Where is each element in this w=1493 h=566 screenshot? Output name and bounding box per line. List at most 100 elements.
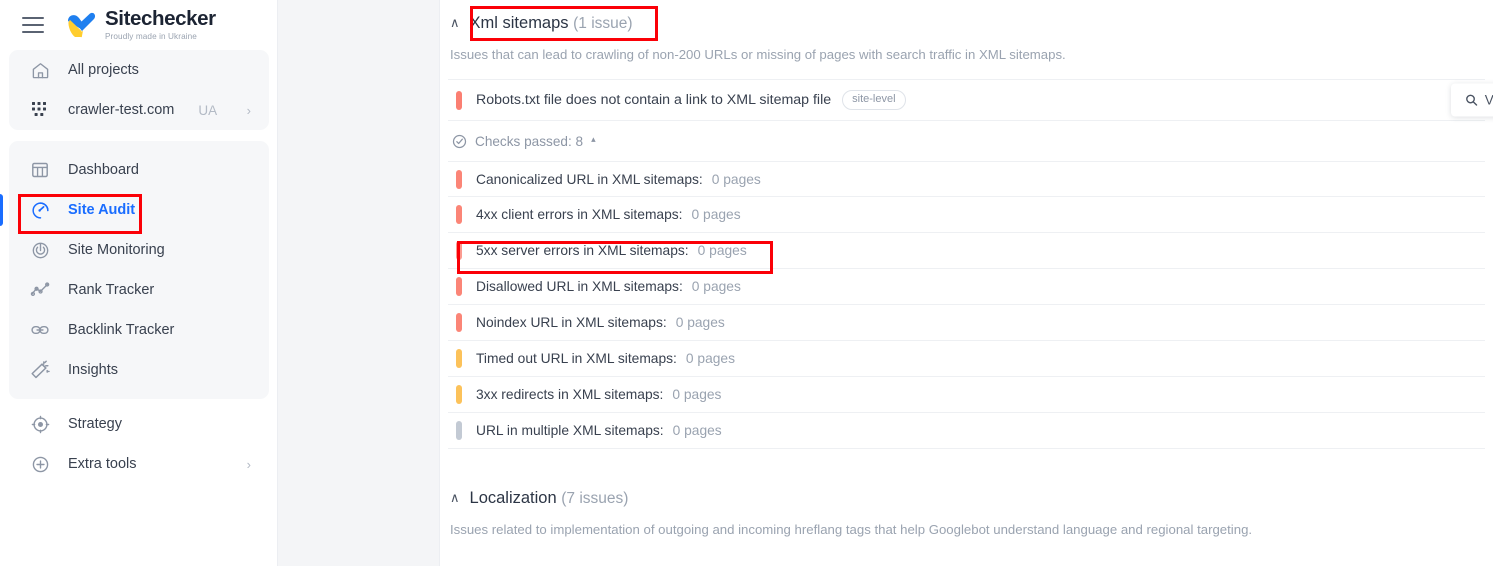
brand-tagline: Proudly made in Ukraine bbox=[105, 31, 197, 41]
sidebar-item-label: Extra tools bbox=[68, 456, 137, 472]
caret-up-icon[interactable]: ▴ bbox=[591, 134, 596, 145]
check-value: 0 pages bbox=[691, 279, 741, 294]
sidebar-item-crawler-test-com[interactable]: crawler-test.com UA › bbox=[9, 90, 269, 130]
check-name: 5xx server errors in XML sitemaps: bbox=[476, 243, 689, 258]
sidebar: Sitechecker Proudly made in Ukraine All … bbox=[0, 0, 278, 566]
sidebar-item-label: Insights bbox=[68, 362, 118, 378]
table-row[interactable]: Disallowed URL in XML sitemaps: 0 pages bbox=[448, 269, 1485, 305]
main-content: ∧ Xml sitemaps (1 issue) Issues that can… bbox=[440, 0, 1493, 566]
dashboard-icon bbox=[29, 159, 51, 181]
table-row[interactable]: URL in multiple XML sitemaps: 0 pages bbox=[448, 413, 1485, 449]
severity-bar bbox=[456, 90, 462, 110]
home-icon bbox=[29, 59, 51, 81]
search-icon bbox=[1465, 94, 1477, 106]
section-header-localization[interactable]: ∧ Localization (7 issues) bbox=[448, 475, 1482, 521]
check-value: 0 pages bbox=[711, 171, 761, 187]
sidebar-item-label: Backlink Tracker bbox=[68, 322, 175, 338]
site-monitoring-icon bbox=[29, 239, 51, 261]
content-gutter bbox=[278, 0, 440, 566]
project-country-code: UA bbox=[198, 102, 218, 118]
sidebar-item-label: All projects bbox=[68, 62, 139, 78]
check-name: Noindex URL in XML sitemaps: bbox=[476, 315, 667, 330]
checks-passed-toggle[interactable]: Checks passed: 8 ▴ bbox=[448, 121, 1482, 161]
sidebar-item-extra-tools[interactable]: Extra tools › bbox=[9, 444, 269, 484]
section-description: Issues that can lead to crawling of non-… bbox=[450, 47, 1066, 62]
chevron-up-icon[interactable]: ∧ bbox=[450, 16, 460, 29]
table-row[interactable]: Noindex URL in XML sitemaps: 0 pages bbox=[448, 305, 1485, 341]
severity-bar bbox=[456, 277, 462, 296]
severity-bar bbox=[456, 313, 462, 332]
table-row[interactable]: 3xx redirects in XML sitemaps: 0 pages bbox=[448, 377, 1485, 413]
site-audit-gauge-icon bbox=[29, 199, 51, 221]
sidebar-extra-group: Strategy Extra tools › bbox=[9, 400, 269, 484]
magic-wand-icon bbox=[29, 359, 51, 381]
section-issue-count: (7 issues) bbox=[561, 489, 629, 507]
check-value: 0 pages bbox=[672, 423, 722, 438]
chevron-up-icon[interactable]: ∧ bbox=[450, 491, 460, 504]
sidebar-item-site-audit[interactable]: Site Audit bbox=[0, 190, 269, 230]
check-name: Timed out URL in XML sitemaps: bbox=[476, 351, 677, 366]
sidebar-item-label: crawler-test.com bbox=[68, 102, 175, 118]
severity-bar bbox=[456, 241, 462, 260]
chevron-right-icon[interactable]: › bbox=[247, 104, 251, 117]
sidebar-item-label: Rank Tracker bbox=[68, 282, 155, 298]
check-name: 3xx redirects in XML sitemaps: bbox=[476, 387, 664, 402]
section-title: Xml sitemaps (1 issue) bbox=[470, 14, 633, 33]
brand-name: Sitechecker bbox=[105, 7, 216, 31]
check-value: 0 pages bbox=[691, 207, 741, 222]
section-title: Localization (7 issues) bbox=[470, 489, 629, 508]
app-root: Sitechecker Proudly made in Ukraine All … bbox=[0, 0, 1493, 566]
sidebar-item-label: Strategy bbox=[68, 416, 122, 432]
section-issue-count: (1 issue) bbox=[573, 14, 633, 32]
section-description: Issues related to implementation of outg… bbox=[450, 522, 1253, 537]
sidebar-item-site-monitoring[interactable]: Site Monitoring bbox=[9, 230, 269, 270]
sidebar-item-label: Dashboard bbox=[68, 162, 139, 178]
check-name: Disallowed URL in XML sitemaps: bbox=[476, 279, 683, 294]
check-name: Canonicalized URL in XML sitemaps: bbox=[476, 171, 703, 187]
target-icon bbox=[29, 413, 51, 435]
check-value: 0 pages bbox=[685, 351, 735, 366]
chevron-right-icon[interactable]: › bbox=[247, 458, 251, 471]
severity-bar bbox=[456, 169, 462, 189]
link-chain-icon bbox=[29, 319, 51, 341]
check-value: 0 pages bbox=[675, 315, 725, 330]
plus-circle-icon bbox=[29, 453, 51, 475]
sidebar-item-rank-tracker[interactable]: Rank Tracker bbox=[9, 270, 269, 310]
checks-passed-label: Checks passed: 8 bbox=[475, 133, 584, 149]
sidebar-item-label: Site Monitoring bbox=[68, 242, 165, 258]
check-value: 0 pages bbox=[672, 387, 722, 402]
sitechecker-heart-logo bbox=[66, 12, 96, 38]
view-issue-label: View issue bbox=[1484, 92, 1493, 108]
grid-dots-icon bbox=[29, 99, 51, 121]
sidebar-item-all-projects[interactable]: All projects bbox=[9, 50, 269, 90]
brand[interactable]: Sitechecker Proudly made in Ukraine bbox=[66, 9, 216, 41]
table-row[interactable]: Timed out URL in XML sitemaps: 0 pages bbox=[448, 341, 1485, 377]
view-issue-button[interactable]: View issue bbox=[1450, 83, 1493, 117]
sidebar-header: Sitechecker Proudly made in Ukraine bbox=[0, 0, 277, 50]
table-row[interactable]: 4xx client errors in XML sitemaps: 0 pag… bbox=[448, 197, 1485, 233]
check-value: 0 pages bbox=[697, 243, 747, 258]
section-title-text: Localization bbox=[469, 488, 557, 507]
sidebar-item-dashboard[interactable]: Dashboard bbox=[9, 150, 269, 190]
sidebar-item-label: Site Audit bbox=[68, 202, 136, 218]
section-header-xml-sitemaps[interactable]: ∧ Xml sitemaps (1 issue) bbox=[448, 0, 1482, 46]
sidebar-tools-group: Dashboard Site Audit Site Monitoring Ran… bbox=[0, 141, 269, 399]
sidebar-item-strategy[interactable]: Strategy bbox=[9, 404, 269, 444]
status-badge: site-level bbox=[842, 90, 906, 110]
sidebar-projects-group: All projects crawler-test.com UA › bbox=[9, 50, 269, 130]
check-name: 4xx client errors in XML sitemaps: bbox=[476, 207, 683, 222]
severity-bar bbox=[456, 349, 462, 368]
severity-bar bbox=[456, 205, 462, 224]
section-title-text: Xml sitemaps bbox=[469, 13, 569, 32]
checks-list: Canonicalized URL in XML sitemaps: 0 pag… bbox=[448, 161, 1485, 449]
sidebar-item-insights[interactable]: Insights bbox=[9, 350, 269, 390]
table-row[interactable]: Canonicalized URL in XML sitemaps: 0 pag… bbox=[448, 161, 1485, 197]
issue-row[interactable]: Robots.txt file does not contain a link … bbox=[448, 79, 1493, 121]
table-row[interactable]: 5xx server errors in XML sitemaps: 0 pag… bbox=[448, 233, 1485, 269]
sidebar-item-backlink-tracker[interactable]: Backlink Tracker bbox=[9, 310, 269, 350]
issue-label: Robots.txt file does not contain a link … bbox=[476, 92, 832, 108]
check-circle-icon bbox=[452, 134, 467, 148]
hamburger-menu-icon[interactable] bbox=[22, 17, 44, 33]
check-name: URL in multiple XML sitemaps: bbox=[476, 423, 664, 438]
severity-bar bbox=[456, 421, 462, 440]
